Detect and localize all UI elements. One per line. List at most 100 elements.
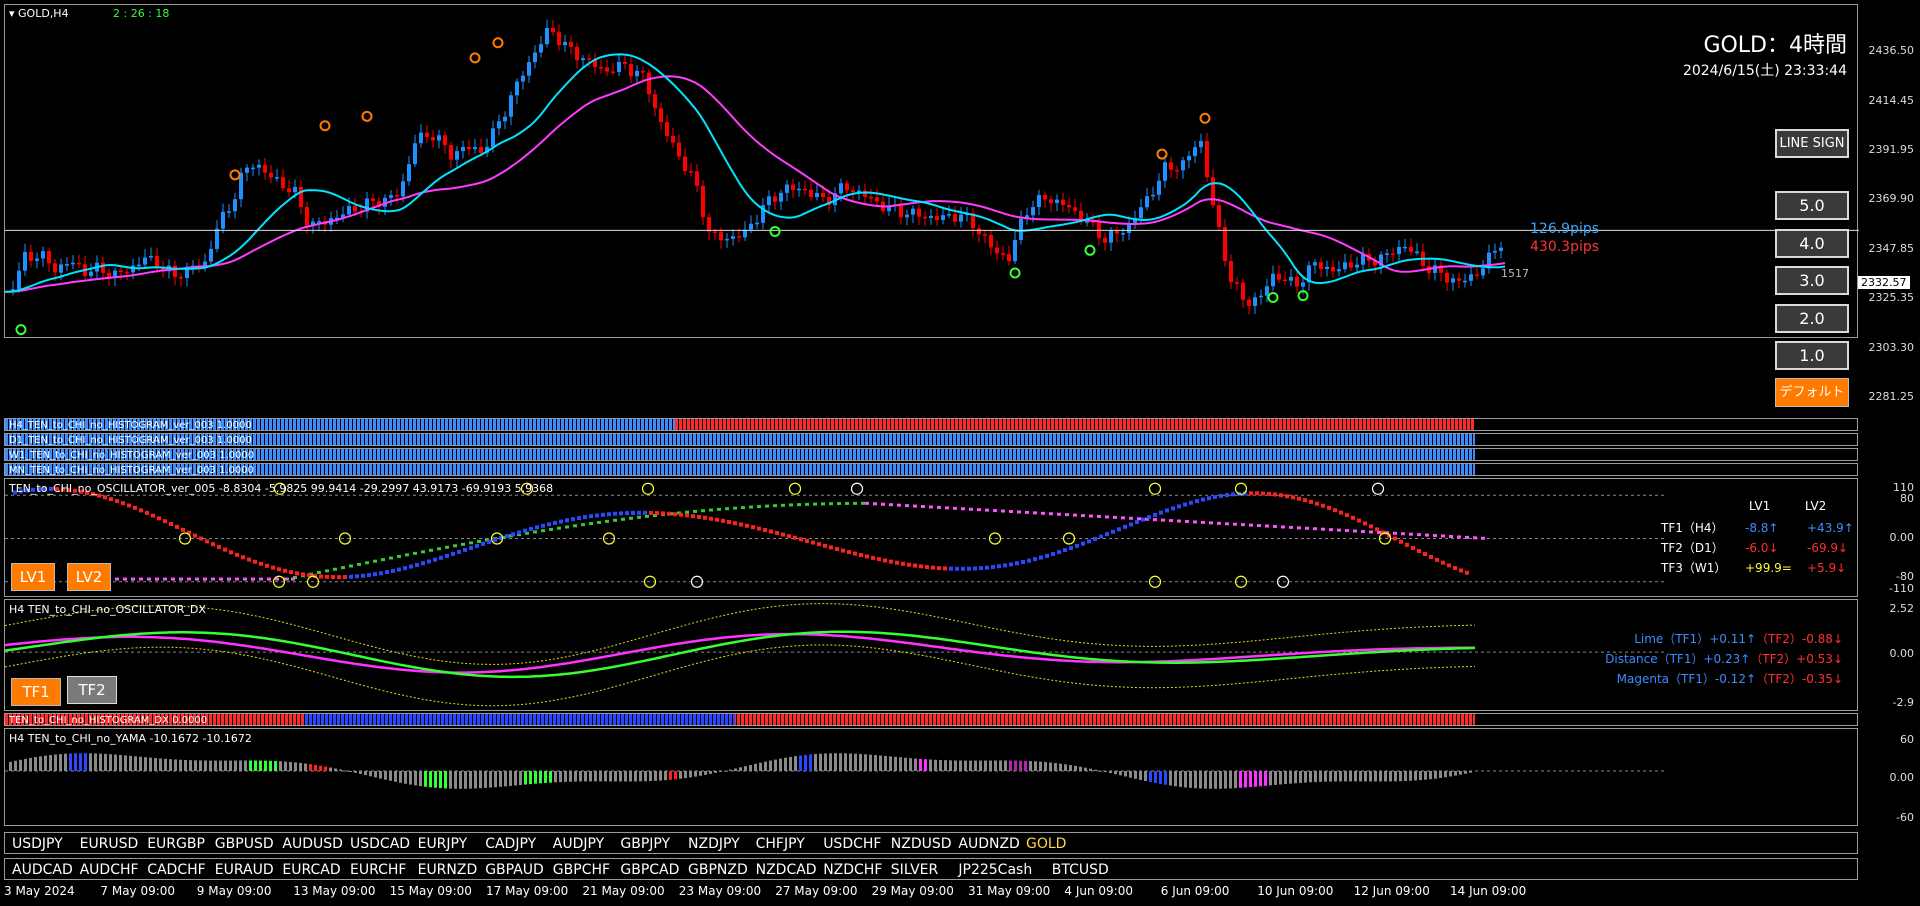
symbol-button-nzdjpy[interactable]: NZDJPY — [688, 836, 740, 852]
ma-slow-line — [5, 75, 1506, 293]
candle-body — [1253, 297, 1257, 307]
yama-bar — [1339, 771, 1342, 782]
symbol-button-usdjpy[interactable]: USDJPY — [12, 836, 63, 852]
symbol-button-gbpnzd[interactable]: GBPNZD — [688, 862, 748, 878]
yama-pane[interactable]: H4 TEN_to_CHI_no_YAMA -10.1672 -10.1672 — [4, 728, 1858, 826]
osc-green-dot — [685, 510, 689, 514]
symbol-button-audjpy[interactable]: AUDJPY — [553, 836, 604, 852]
dx-row-v2: +0.53↓ — [1796, 652, 1843, 666]
symbol-button-audnzd[interactable]: AUDNZD — [958, 836, 1019, 852]
yama-bar — [1074, 765, 1077, 771]
symbol-button-cadjpy[interactable]: CADJPY — [485, 836, 536, 852]
candle-body — [605, 67, 609, 72]
histogram-mn-pane[interactable]: MN_TEN_to_CHI_no_HISTOGRAM_ver_003 1.000… — [4, 463, 1858, 476]
symbol-button-eurgbp[interactable]: EURGBP — [147, 836, 205, 852]
symbol-label: ▾ GOLD,H4 — [9, 7, 69, 20]
symbol-button-gbpcad[interactable]: GBPCAD — [620, 862, 679, 878]
symbol-button-silver[interactable]: SILVER — [891, 862, 938, 878]
osc-magenta-dot — [1177, 519, 1181, 523]
default-button[interactable]: デフォルト — [1775, 378, 1849, 407]
symbol-button-eurchf[interactable]: EURCHF — [350, 862, 406, 878]
symbol-button-gbpchf[interactable]: GBPCHF — [553, 862, 610, 878]
yama-bar — [144, 757, 147, 771]
symbol-button-usdcad[interactable]: USDCAD — [350, 836, 410, 852]
yama-bar — [704, 771, 707, 775]
symbol-button-btcusd[interactable]: BTCUSD — [1052, 862, 1109, 878]
yama-bar — [1304, 771, 1307, 783]
symbol-button-chfjpy[interactable]: CHFJPY — [756, 836, 805, 852]
candle-body — [1115, 230, 1119, 234]
symbol-button-audusd[interactable]: AUDUSD — [282, 836, 343, 852]
dx-row-magenta: Magenta（TF1）-0.12↑（TF2）-0.35↓ — [1617, 670, 1843, 687]
osc-magenta-dot — [1081, 514, 1085, 518]
histogram-w1-pane[interactable]: W1_TEN_to_CHI_no_HISTOGRAM_ver_003 1.000… — [4, 448, 1858, 461]
symbol-button-nzdusd[interactable]: NZDUSD — [891, 836, 952, 852]
osc-wave-dot — [757, 526, 761, 531]
symbol-button-usdchf[interactable]: USDCHF — [823, 836, 881, 852]
price-chart-pane[interactable]: ▾ GOLD,H4 2 : 26 : 18 GOLD：4時間 2024/6/15… — [4, 4, 1859, 338]
yama-bar — [274, 761, 277, 771]
symbol-button-gbpaud[interactable]: GBPAUD — [485, 862, 544, 878]
line-sign-button[interactable]: LINE SIGN — [1775, 129, 1849, 158]
lv2-button[interactable]: LV2 — [67, 563, 111, 591]
histogram-d1-pane[interactable]: D1_TEN_to_CHI_no_HISTOGRAM_ver_003 1.000… — [4, 433, 1858, 446]
level-2-button[interactable]: 2.0 — [1775, 304, 1849, 333]
symbol-button-eurcad[interactable]: EURCAD — [282, 862, 340, 878]
osc-wave-dot — [1009, 562, 1013, 567]
yama-bar — [599, 771, 602, 782]
candle-body — [71, 262, 75, 265]
tf1-button[interactable]: TF1 — [11, 678, 61, 706]
osc-wave-dot — [877, 557, 881, 562]
symbol-button-gold[interactable]: GOLD — [1026, 836, 1066, 852]
osc-wave-dot — [1345, 513, 1349, 518]
yama-bar — [954, 760, 957, 771]
level-3-button[interactable]: 3.0 — [1775, 266, 1849, 295]
osc-magenta-dot — [195, 577, 199, 581]
osc-magenta-dot — [1057, 512, 1061, 516]
osc-wave-dot — [127, 503, 131, 508]
dx-row-name: Magenta（TF1） — [1616, 672, 1715, 686]
symbol-button-nzdchf[interactable]: NZDCHF — [823, 862, 882, 878]
symbol-button-cadchf[interactable]: CADCHF — [147, 862, 206, 878]
yama-bar — [234, 760, 237, 771]
level-5-button[interactable]: 5.0 — [1775, 191, 1849, 220]
lv1-button[interactable]: LV1 — [11, 563, 55, 591]
symbol-button-eurjpy[interactable]: EURJPY — [418, 836, 468, 852]
tf2-button[interactable]: TF2 — [67, 676, 117, 704]
symbol-button-gbpjpy[interactable]: GBPJPY — [620, 836, 670, 852]
candle-body — [461, 146, 465, 152]
osc-wave-dot — [1063, 548, 1067, 553]
symbol-button-audcad[interactable]: AUDCAD — [12, 862, 73, 878]
level-1-button[interactable]: 1.0 — [1775, 341, 1849, 370]
candle-body — [179, 276, 183, 279]
symbol-button-euraud[interactable]: EURAUD — [215, 862, 274, 878]
symbol-button-gbpusd[interactable]: GBPUSD — [215, 836, 274, 852]
histogram-h4-pane[interactable]: H4_TEN_to_CHI_no_HISTOGRAM_ver_003 1.000… — [4, 418, 1858, 431]
osc-wave-dot — [523, 528, 527, 533]
osc-wave-dot — [547, 522, 551, 527]
oscillator-dx-pane[interactable]: H4 TEN_to_CHI_no_OSCILLATOR_DX TF1 TF2 L… — [4, 599, 1858, 711]
symbol-button-jp225cash[interactable]: JP225Cash — [958, 862, 1032, 878]
candle-body — [1301, 282, 1305, 287]
symbol-button-audchf[interactable]: AUDCHF — [80, 862, 139, 878]
histogram-dx-pane[interactable]: TEN_to_CHI_no_HISTOGRAM_DX 0.0000 — [4, 713, 1858, 726]
oscillator-pane[interactable]: TEN_to_CHI_no_OSCILLATOR_ver_005 -8.8304… — [4, 478, 1858, 597]
yama-bar — [164, 758, 167, 771]
time-axis-label: 15 May 09:00 — [389, 884, 472, 898]
osc-magenta-dot — [945, 506, 949, 510]
osc-wave-dot — [205, 539, 209, 544]
level-4-button[interactable]: 4.0 — [1775, 229, 1849, 258]
histogram-label: MN_TEN_to_CHI_no_HISTOGRAM_ver_003 1.000… — [9, 465, 254, 476]
symbol-button-eurnzd[interactable]: EURNZD — [418, 862, 478, 878]
dx-row-tf2: （TF2） — [1750, 652, 1797, 666]
candle-body — [515, 81, 519, 96]
candle-body — [35, 258, 39, 261]
osc-green-dot — [773, 504, 777, 508]
candle-body — [773, 196, 777, 202]
symbol-button-nzdcad[interactable]: NZDCAD — [756, 862, 817, 878]
yama-bar — [464, 771, 467, 789]
symbol-button-eurusd[interactable]: EURUSD — [80, 836, 139, 852]
candle-body — [143, 257, 147, 265]
dx-label: H4 TEN_to_CHI_no_OSCILLATOR_DX — [9, 603, 206, 616]
candle-body — [737, 236, 741, 238]
